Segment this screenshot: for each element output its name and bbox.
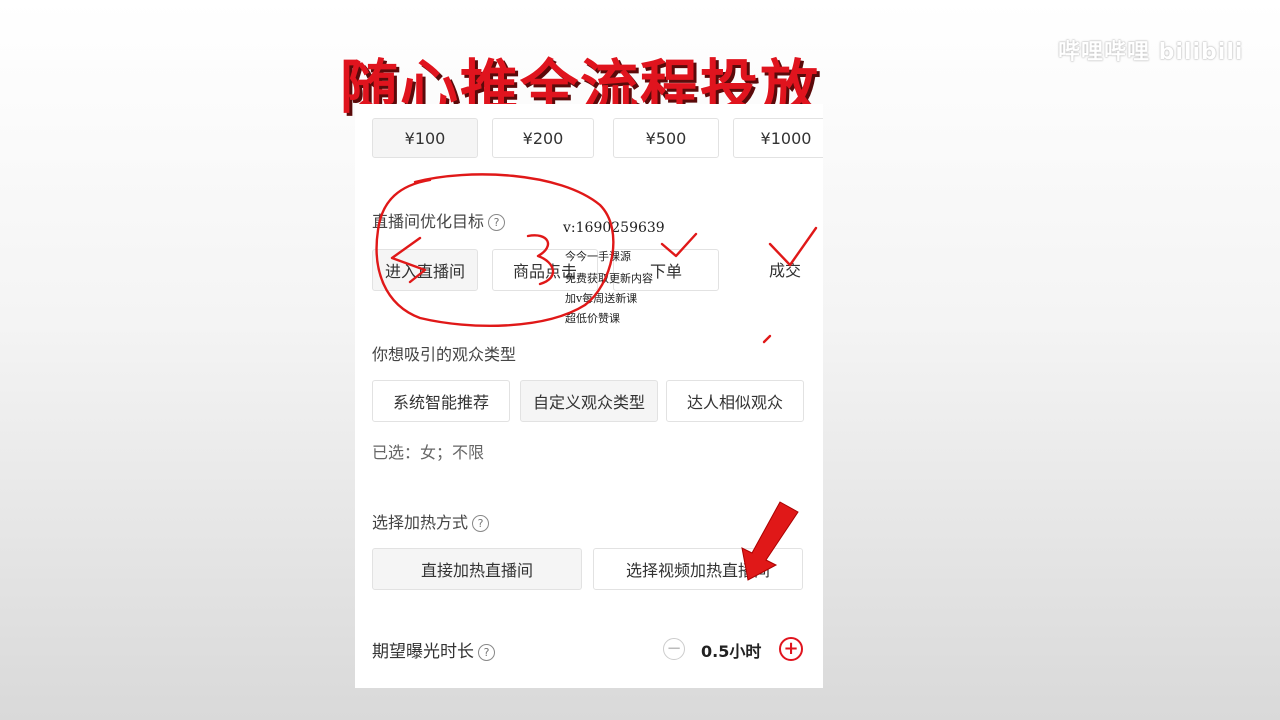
amount-chip-500[interactable]: ¥500: [613, 118, 719, 158]
amount-chip-100[interactable]: ¥100: [372, 118, 478, 158]
plus-circle-icon[interactable]: +: [779, 637, 803, 661]
audience-option-similar[interactable]: 达人相似观众: [666, 380, 804, 422]
amount-chip-200[interactable]: ¥200: [492, 118, 594, 158]
audience-label: 你想吸引的观众类型: [372, 345, 517, 364]
audience-option-smart[interactable]: 系统智能推荐: [372, 380, 510, 422]
boost-label-text: 选择加热方式: [372, 513, 469, 532]
boost-label: 选择加热方式?: [372, 509, 490, 533]
amount-chip-1000[interactable]: ¥1000: [733, 118, 823, 158]
audience-selected-text: 已选：女；不限: [372, 443, 485, 462]
duration-value: 0.5小时: [701, 642, 762, 661]
watermark-line-1: 今今一手课源: [565, 250, 631, 263]
goal-option-deal[interactable]: 成交: [733, 249, 823, 289]
watermark-line-2: 免费获取更新内容: [565, 272, 653, 285]
goal-label: 直播间优化目标?: [372, 208, 506, 232]
question-circle-icon[interactable]: ?: [478, 644, 495, 661]
goal-label-text: 直播间优化目标: [372, 212, 485, 231]
boost-option-direct[interactable]: 直接加热直播间: [372, 548, 582, 590]
goal-option-enter[interactable]: 进入直播间: [372, 249, 478, 291]
minus-circle-icon[interactable]: −: [663, 638, 685, 660]
duration-label: 期望曝光时长?: [372, 637, 495, 662]
bilibili-logo: 哔哩哔哩 bilibili: [1058, 40, 1244, 65]
question-circle-icon[interactable]: ?: [488, 214, 506, 231]
question-circle-icon[interactable]: ?: [472, 515, 490, 532]
watermark-line-3: 加v每周送新课: [565, 292, 638, 305]
boost-option-video[interactable]: 选择视频加热直播间: [593, 548, 803, 590]
phone-screen: ¥100 ¥200 ¥500 ¥1000 直播间优化目标? 进入直播间 商品点击…: [355, 104, 823, 688]
watermark-contact: v:1690259639: [563, 220, 665, 236]
audience-option-custom[interactable]: 自定义观众类型: [520, 380, 658, 422]
watermark-line-4: 超低价赞课: [565, 312, 620, 325]
duration-label-text: 期望曝光时长: [372, 642, 474, 662]
